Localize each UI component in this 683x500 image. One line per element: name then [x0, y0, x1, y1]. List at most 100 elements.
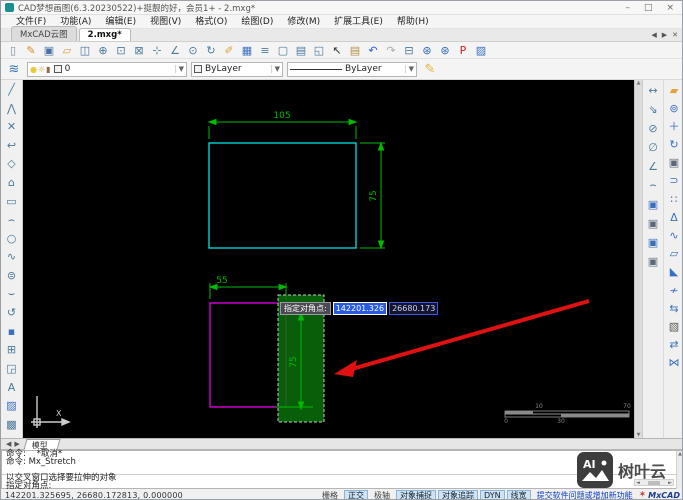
toolbar-icon[interactable]: ↻: [202, 43, 220, 58]
draw-tool-icon[interactable]: ▭: [3, 194, 20, 209]
toolbar-icon[interactable]: ⊙: [184, 43, 202, 58]
toolbar-icon[interactable]: ▦: [238, 43, 256, 58]
toolbar-icon[interactable]: ⊹: [148, 43, 166, 58]
toolbar-icon[interactable]: ≡: [256, 43, 274, 58]
document-tab[interactable]: MxCAD云图: [11, 26, 77, 41]
draw-tool-icon[interactable]: ∿: [3, 249, 20, 264]
modify-tool-icon[interactable]: ∷: [666, 192, 683, 206]
tab-scroll-right-icon[interactable]: ▶: [662, 31, 667, 39]
toolbar-icon[interactable]: ▤: [292, 43, 310, 58]
toolbar-icon[interactable]: ↖: [328, 43, 346, 58]
status-toggle[interactable]: 栅格: [318, 490, 342, 499]
modify-tool-icon[interactable]: ↻: [666, 138, 683, 152]
magenta-rectangle[interactable]: [209, 302, 287, 408]
minimize-button[interactable]: –: [625, 3, 630, 13]
draw-tool-icon[interactable]: ✕: [3, 119, 20, 134]
modify-tool-icon[interactable]: ＋: [666, 119, 683, 133]
dimension-tool-icon[interactable]: ▣: [645, 235, 662, 249]
menu-item[interactable]: 帮助(H): [390, 15, 436, 29]
modify-tool-icon[interactable]: ≁: [666, 283, 683, 297]
toolbar-icon[interactable]: ✎: [22, 43, 40, 58]
draw-tool-icon[interactable]: ⌣: [3, 287, 20, 302]
menu-item[interactable]: 视图(V): [143, 15, 188, 29]
dimension-tool-icon[interactable]: ⊘: [645, 121, 662, 135]
status-toggle[interactable]: 线宽: [506, 490, 531, 499]
modify-tool-icon[interactable]: ⇆: [666, 301, 683, 315]
layers-icon[interactable]: ≋: [5, 62, 23, 77]
draw-tool-icon[interactable]: ▪: [3, 324, 20, 339]
toolbar-icon[interactable]: ▯: [4, 43, 22, 58]
dimension-tool-icon[interactable]: ↔: [645, 83, 662, 97]
dimension-tool-icon[interactable]: ∠: [645, 159, 662, 173]
draw-tool-icon[interactable]: ⌢: [3, 212, 20, 227]
dimension-tool-icon[interactable]: ⌢: [645, 178, 662, 192]
menu-item[interactable]: 格式(O): [188, 15, 234, 29]
dimension-tool-icon[interactable]: ⇘: [645, 102, 662, 116]
pencil-icon[interactable]: ✎: [421, 62, 439, 77]
layout-next-icon[interactable]: ▶: [14, 440, 19, 448]
draw-tool-icon[interactable]: ↺: [3, 305, 20, 320]
drawing-canvas[interactable]: 105 75 55 75 X 10 70 0 30 指定对角点: 142201.…: [23, 80, 634, 438]
feedback-link[interactable]: 提交软件问题或增加新功能: [537, 490, 633, 500]
status-toggle[interactable]: 对象追踪: [438, 490, 479, 499]
toolbar-icon[interactable]: ⊛: [436, 43, 454, 58]
modify-tool-icon[interactable]: ◣: [666, 265, 683, 279]
draw-tool-icon[interactable]: ▨: [3, 398, 20, 413]
draw-tool-icon[interactable]: A: [3, 380, 20, 395]
menu-item[interactable]: 扩展工具(E): [327, 15, 390, 29]
toolbar-icon[interactable]: ⊟: [400, 43, 418, 58]
toolbar-icon[interactable]: ▣: [40, 43, 58, 58]
toolbar-icon[interactable]: ◱: [310, 43, 328, 58]
modify-tool-icon[interactable]: ⇄: [666, 338, 683, 352]
chevron-down-icon[interactable]: ▼: [404, 65, 414, 73]
modify-tool-icon[interactable]: ▧: [666, 319, 683, 333]
canvas-vertical-scrollbar[interactable]: ▲ ▼: [634, 80, 642, 438]
modify-tool-icon[interactable]: ▰: [666, 83, 683, 97]
modify-tool-icon[interactable]: ▱: [666, 247, 683, 261]
chevron-down-icon[interactable]: ▼: [270, 65, 280, 73]
toolbar-icon[interactable]: ⊠: [130, 43, 148, 58]
modify-tool-icon[interactable]: Δ: [666, 210, 683, 224]
modify-tool-icon[interactable]: ⊃: [666, 174, 683, 188]
dimension-tool-icon[interactable]: ∅: [645, 140, 662, 154]
document-tab[interactable]: 2.mxg*: [78, 28, 131, 41]
toolbar-icon[interactable]: ↶: [364, 43, 382, 58]
toolbar-icon[interactable]: ⊛: [418, 43, 436, 58]
draw-tool-icon[interactable]: ⋀: [3, 101, 20, 116]
toolbar-icon[interactable]: ⊡: [112, 43, 130, 58]
dimension-tool-icon[interactable]: ▣: [645, 216, 662, 230]
command-vertical-scrollbar[interactable]: ▲: [676, 451, 682, 490]
toolbar-icon[interactable]: P: [454, 43, 472, 58]
maximize-button[interactable]: □: [644, 3, 653, 13]
toolbar-icon[interactable]: ▱: [58, 43, 76, 58]
draw-tool-icon[interactable]: ⊜: [3, 268, 20, 283]
dyn-input-y-field[interactable]: 26680.173: [389, 302, 439, 315]
toolbar-icon[interactable]: ◫: [76, 43, 94, 58]
layer-dropdown[interactable]: ● ☼ ▮ 0 ▼: [27, 61, 187, 77]
cyan-rectangle[interactable]: [208, 142, 357, 249]
scroll-right-icon[interactable]: ►: [668, 480, 672, 486]
draw-tool-icon[interactable]: ◇: [3, 156, 20, 171]
layout-prev-icon[interactable]: ◀: [6, 440, 11, 448]
menu-item[interactable]: 修改(M): [280, 15, 327, 29]
draw-tool-icon[interactable]: ▩: [3, 417, 20, 432]
toolbar-icon[interactable]: ▤: [346, 43, 364, 58]
tab-close-icon[interactable]: ✕: [672, 31, 678, 39]
chevron-down-icon[interactable]: ▼: [174, 65, 184, 73]
tab-scroll-left-icon[interactable]: ◀: [651, 31, 656, 39]
draw-tool-icon[interactable]: ⊞: [3, 342, 20, 357]
scroll-up-icon[interactable]: ▲: [637, 80, 641, 86]
status-toggle[interactable]: 正交: [344, 490, 369, 499]
toolbar-icon[interactable]: ↷: [382, 43, 400, 58]
menu-item[interactable]: 绘图(D): [234, 15, 280, 29]
draw-tool-icon[interactable]: ╱: [3, 82, 20, 97]
modify-tool-icon[interactable]: ⊚: [666, 101, 683, 115]
dyn-input-x-field[interactable]: 142201.326: [332, 302, 388, 315]
draw-tool-icon[interactable]: ○: [3, 231, 20, 246]
close-button[interactable]: ×: [666, 3, 674, 13]
modify-tool-icon[interactable]: ▣: [666, 156, 683, 170]
status-toggle[interactable]: 对象捕捉: [396, 490, 437, 499]
model-tab[interactable]: 模型: [23, 438, 61, 450]
toolbar-icon[interactable]: ▨: [472, 43, 490, 58]
status-toggle[interactable]: 极轴: [370, 490, 394, 499]
